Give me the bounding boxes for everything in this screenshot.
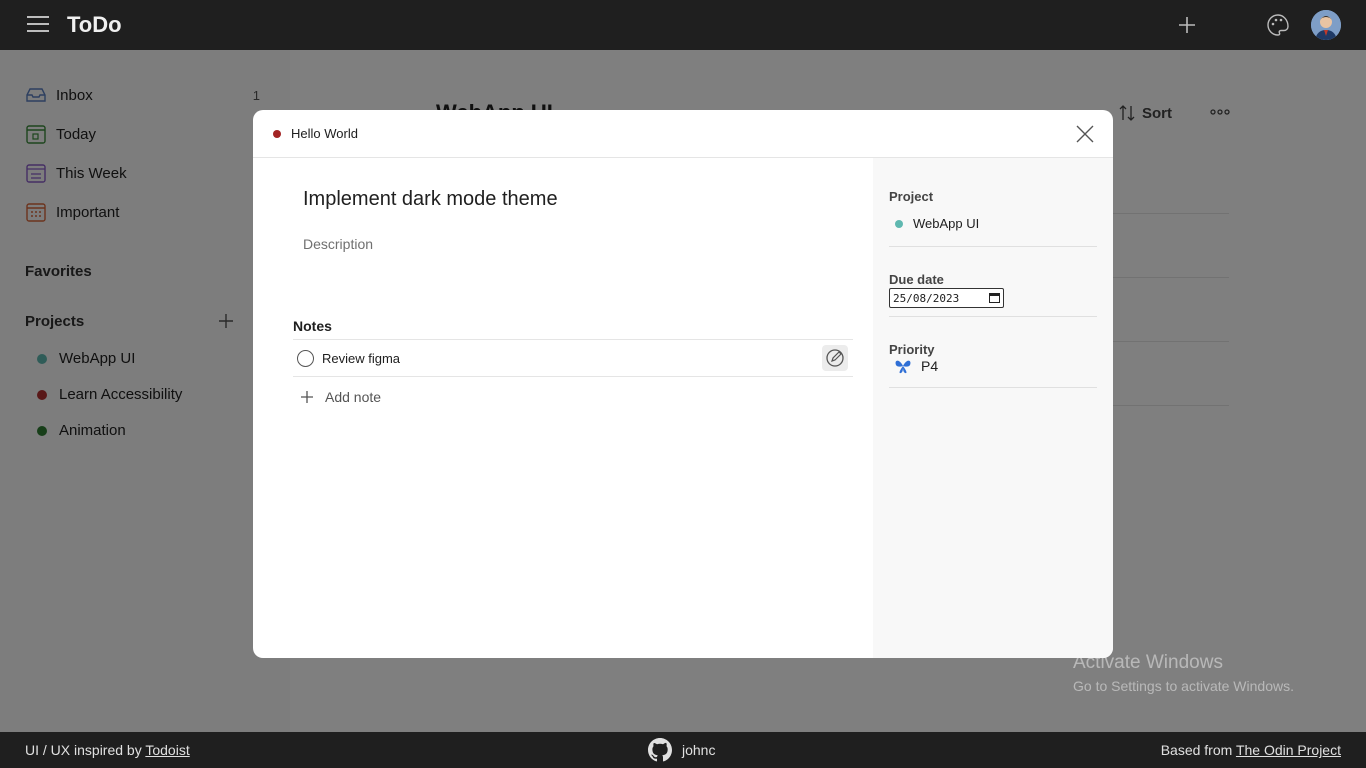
notes-title: Notes: [293, 318, 332, 334]
edit-note-button[interactable]: [822, 345, 848, 371]
footer-based-from: Based from The Odin Project: [1161, 742, 1341, 758]
plus-icon: [301, 391, 313, 403]
app-logo[interactable]: ToDo: [67, 12, 122, 38]
due-date-value: 25/08/2023: [893, 292, 960, 305]
priority-icon: [895, 360, 911, 374]
todoist-link[interactable]: Todoist: [145, 742, 189, 758]
top-bar: ToDo: [0, 0, 1366, 50]
watermark-subtitle: Go to Settings to activate Windows.: [1073, 678, 1294, 694]
modal-project-label: Hello World: [291, 126, 358, 141]
task-side-panel: Project WebApp UI Due date 25/08/2023 Pr…: [873, 158, 1113, 658]
project-value: WebApp UI: [913, 216, 980, 231]
footer-based-text: Based from: [1160, 742, 1236, 758]
odin-project-link[interactable]: The Odin Project: [1236, 742, 1341, 758]
add-note-button[interactable]: Add note: [300, 389, 381, 405]
due-date-title: Due date: [889, 272, 944, 287]
footer: UI / UX inspired by Todoist johnc Based …: [0, 732, 1366, 768]
menu-icon[interactable]: [27, 16, 49, 34]
description-field[interactable]: Description: [303, 236, 373, 252]
divider: [889, 246, 1097, 247]
add-note-label: Add note: [325, 389, 382, 405]
edit-icon: [826, 349, 844, 367]
task-detail-modal: Hello World Implement dark mode theme De…: [253, 110, 1113, 658]
priority-title: Priority: [889, 342, 935, 357]
footer-credit-text: UI / UX inspired by: [25, 742, 146, 758]
github-username: johnc: [682, 742, 716, 758]
task-title[interactable]: Implement dark mode theme: [303, 188, 558, 211]
due-date-input[interactable]: 25/08/2023: [889, 288, 1004, 308]
palette-icon[interactable]: [1266, 13, 1290, 37]
project-section-title: Project: [889, 189, 934, 204]
modal-header: Hello World: [253, 110, 1113, 158]
project-color-dot: [273, 130, 281, 138]
priority-selector[interactable]: P4: [893, 356, 938, 376]
divider: [889, 387, 1097, 388]
footer-credit: UI / UX inspired by Todoist: [25, 742, 190, 758]
priority-value: P4: [921, 358, 939, 374]
divider: [293, 339, 853, 340]
note-checkbox[interactable]: [297, 350, 314, 367]
calendar-icon[interactable]: [989, 292, 1000, 303]
close-icon[interactable]: [1075, 124, 1095, 144]
github-icon: [648, 738, 672, 762]
divider: [889, 316, 1097, 317]
activate-windows-watermark: Activate Windows Go to Settings to activ…: [1073, 652, 1294, 694]
project-selector[interactable]: WebApp UI: [895, 216, 979, 231]
note-text[interactable]: Review figma: [322, 351, 400, 366]
project-color-dot: [895, 219, 903, 228]
plus-icon[interactable]: [1177, 15, 1197, 35]
github-link[interactable]: johnc: [648, 738, 715, 762]
avatar[interactable]: [1311, 10, 1341, 40]
divider: [293, 376, 853, 377]
